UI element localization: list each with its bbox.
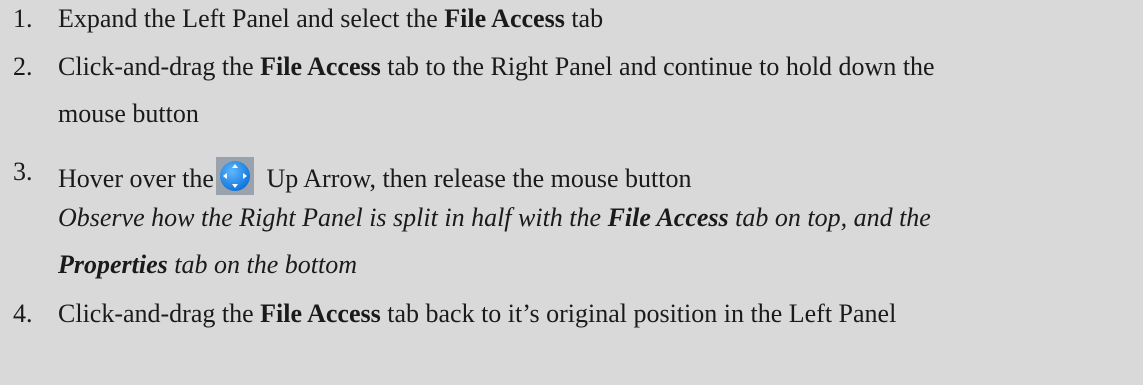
instruction-document: 1. Expand the Left Panel and select the …	[0, 0, 1143, 385]
step-text-part: tab to the Right Panel and continue to h…	[380, 52, 935, 81]
step-text-part: Expand the Left Panel and select the	[58, 4, 445, 33]
step-text: Expand the Left Panel and select the Fil…	[58, 4, 603, 34]
up-arrow-navigator-icon	[215, 157, 254, 195]
observation-text-part: tab on top, and the	[728, 203, 931, 232]
step-text-part: tab	[564, 4, 604, 33]
step-number: 2.	[13, 52, 33, 81]
observation-text-part: tab on the bottom	[167, 250, 357, 279]
bold-term: File Access	[444, 4, 565, 33]
step-text-part: tab back to it’s original position in th…	[380, 299, 897, 328]
bold-term: File Access	[260, 299, 381, 328]
step-number: 1.	[13, 4, 33, 33]
bold-term: File Access	[260, 52, 381, 81]
step-text-part: Up Arrow, then release the mouse button	[259, 164, 692, 193]
step-text-part: mouse button	[58, 99, 199, 128]
bold-term: File Access	[607, 203, 729, 232]
step-text-part: Hover over the	[58, 164, 214, 193]
step-text: Click-and-drag the File Access tab back …	[58, 299, 896, 329]
observation-text-part: Observe how the Right Panel is split in …	[58, 203, 608, 232]
bold-term: Properties	[58, 250, 168, 279]
step-text-part: Click-and-drag the	[58, 299, 261, 328]
observation-text: Properties tab on the bottom	[58, 250, 357, 280]
observation-text: Observe how the Right Panel is split in …	[58, 203, 931, 233]
step-number: 4.	[13, 299, 33, 328]
step-text-part: Click-and-drag the	[58, 52, 261, 81]
step-text: Hover over the Up Arrow, then release th…	[58, 157, 691, 195]
step-number: 3.	[13, 157, 33, 186]
step-text: Click-and-drag the File Access tab to th…	[58, 52, 935, 82]
